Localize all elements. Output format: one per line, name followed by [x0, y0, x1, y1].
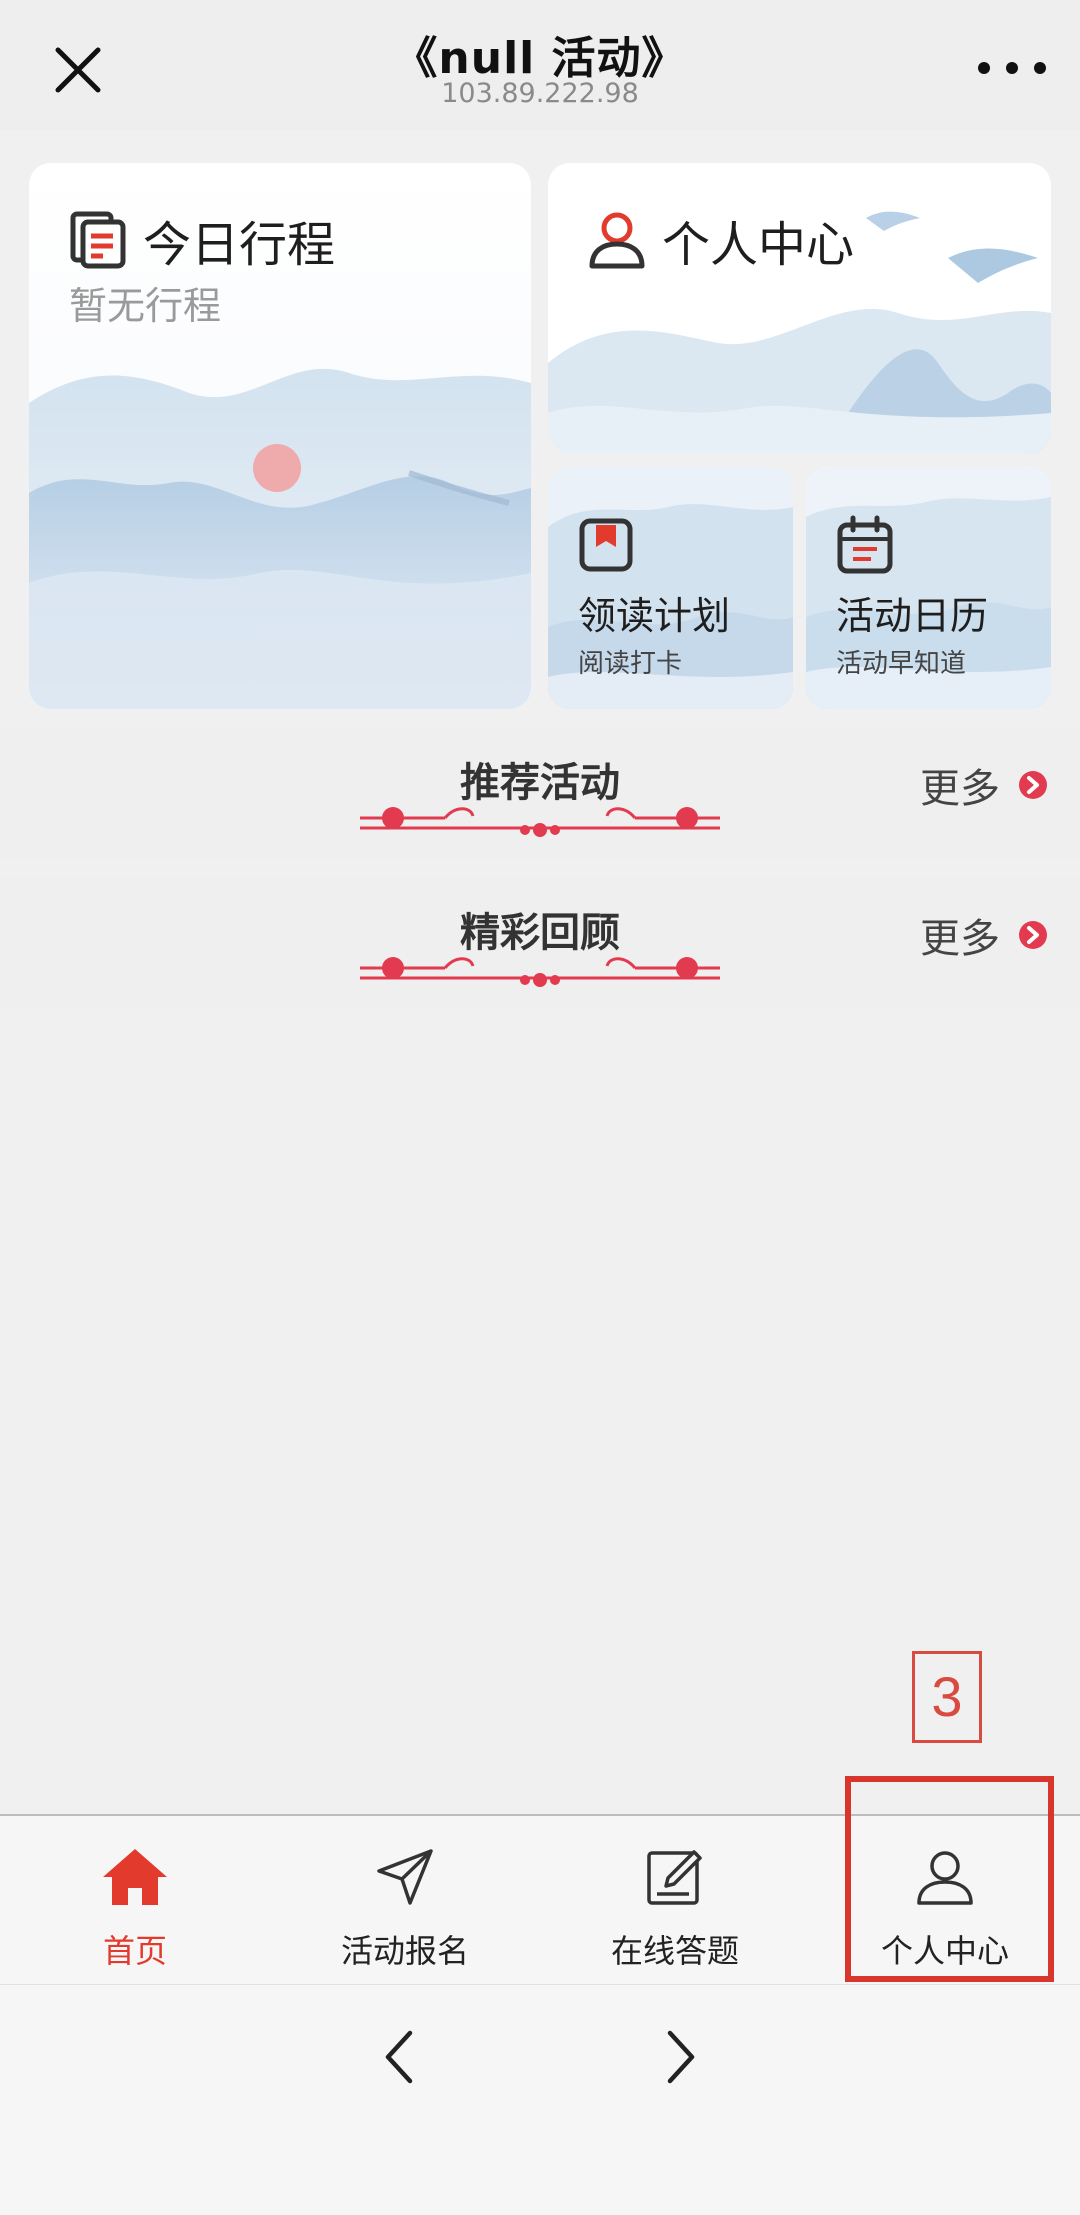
browser-navigation-bar — [0, 1984, 1080, 2215]
today-schedule-title: 今日行程 — [143, 217, 336, 273]
annotation-step-number: 3 — [912, 1651, 982, 1743]
personal-center-header: 个人中心 — [586, 205, 854, 275]
tab-label: 首页 — [102, 1932, 167, 1970]
page-title: 《null 活动》 — [393, 33, 687, 84]
section-title: 精彩回顾 — [460, 910, 620, 956]
reading-plan-subtitle: 阅读打卡 — [578, 649, 683, 679]
calendar-icon — [837, 515, 893, 574]
send-icon — [377, 1849, 433, 1905]
top-bar: 《null 活动》 103.89.222.98 — [0, 0, 1080, 130]
tab-online-quiz[interactable]: 在线答题 — [540, 1816, 810, 1986]
activity-calendar-title: 活动日历 — [836, 594, 989, 638]
page-url: 103.89.222.98 — [441, 78, 639, 109]
today-schedule-header: 今日行程 — [69, 205, 335, 275]
recommended-section-header: 推荐活动 更多 — [0, 728, 1080, 858]
bookmark-icon — [579, 518, 633, 572]
activity-calendar-card[interactable]: 活动日历 活动早知道 — [806, 467, 1051, 709]
tab-label: 在线答题 — [610, 1932, 739, 1970]
back-arrow-icon[interactable] — [380, 2027, 420, 2087]
activity-calendar-subtitle: 活动早知道 — [836, 649, 967, 679]
today-schedule-status: 暂无行程 — [69, 284, 222, 328]
forward-arrow-icon[interactable] — [660, 2027, 700, 2087]
reading-plan-card[interactable]: 领读计划 阅读打卡 — [548, 467, 793, 709]
more-link[interactable]: 更多 — [920, 756, 1048, 814]
today-schedule-card[interactable]: 今日行程 暂无行程 — [29, 163, 531, 709]
schedule-icon — [70, 211, 126, 269]
tab-activity-signup[interactable]: 活动报名 — [270, 1816, 540, 1986]
section-title: 推荐活动 — [460, 760, 620, 806]
review-section-header: 精彩回顾 更多 — [0, 878, 1080, 1008]
arrow-right-circle-icon[interactable] — [1018, 770, 1048, 800]
reading-plan-title: 领读计划 — [578, 594, 731, 638]
more-label[interactable]: 更多 — [920, 906, 1000, 964]
more-label[interactable]: 更多 — [920, 756, 1000, 814]
tab-label: 活动报名 — [340, 1932, 469, 1970]
personal-center-card[interactable]: 个人中心 — [548, 163, 1051, 453]
annotation-highlight-box — [845, 1776, 1054, 1982]
edit-icon — [647, 1850, 702, 1905]
user-icon — [589, 212, 645, 269]
tab-home[interactable]: 首页 — [0, 1816, 270, 1986]
more-link[interactable]: 更多 — [920, 906, 1048, 964]
arrow-right-circle-icon[interactable] — [1018, 920, 1048, 950]
home-icon — [103, 1849, 167, 1905]
personal-center-title: 个人中心 — [662, 217, 855, 273]
more-options-icon[interactable] — [972, 50, 1052, 86]
